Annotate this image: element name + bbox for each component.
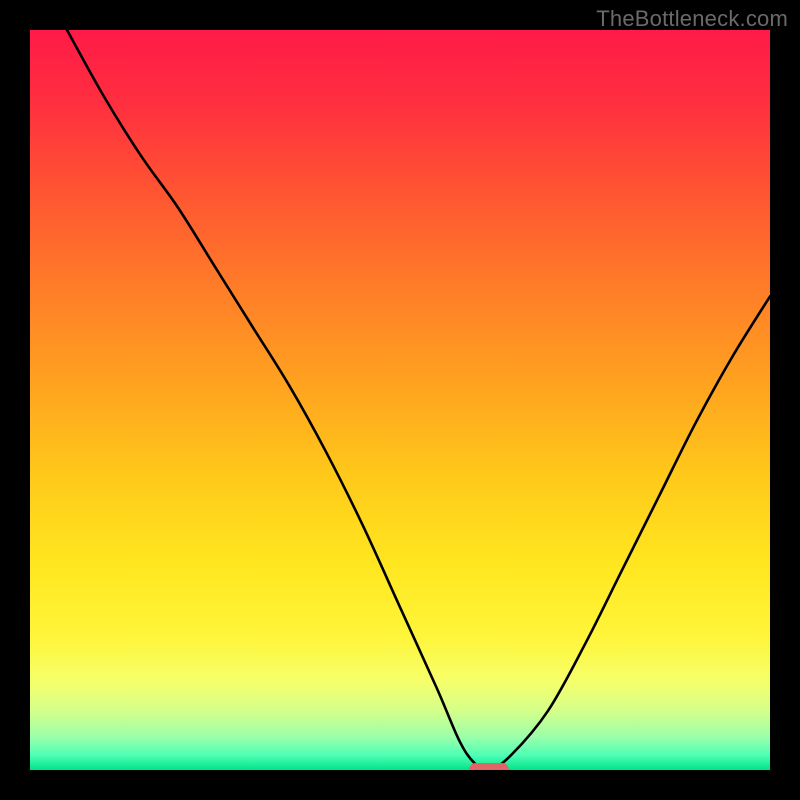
optimal-point-marker <box>469 763 509 770</box>
attribution-label: TheBottleneck.com <box>596 6 788 32</box>
chart-frame: TheBottleneck.com <box>0 0 800 800</box>
background-gradient <box>30 30 770 770</box>
plot-area <box>30 30 770 770</box>
